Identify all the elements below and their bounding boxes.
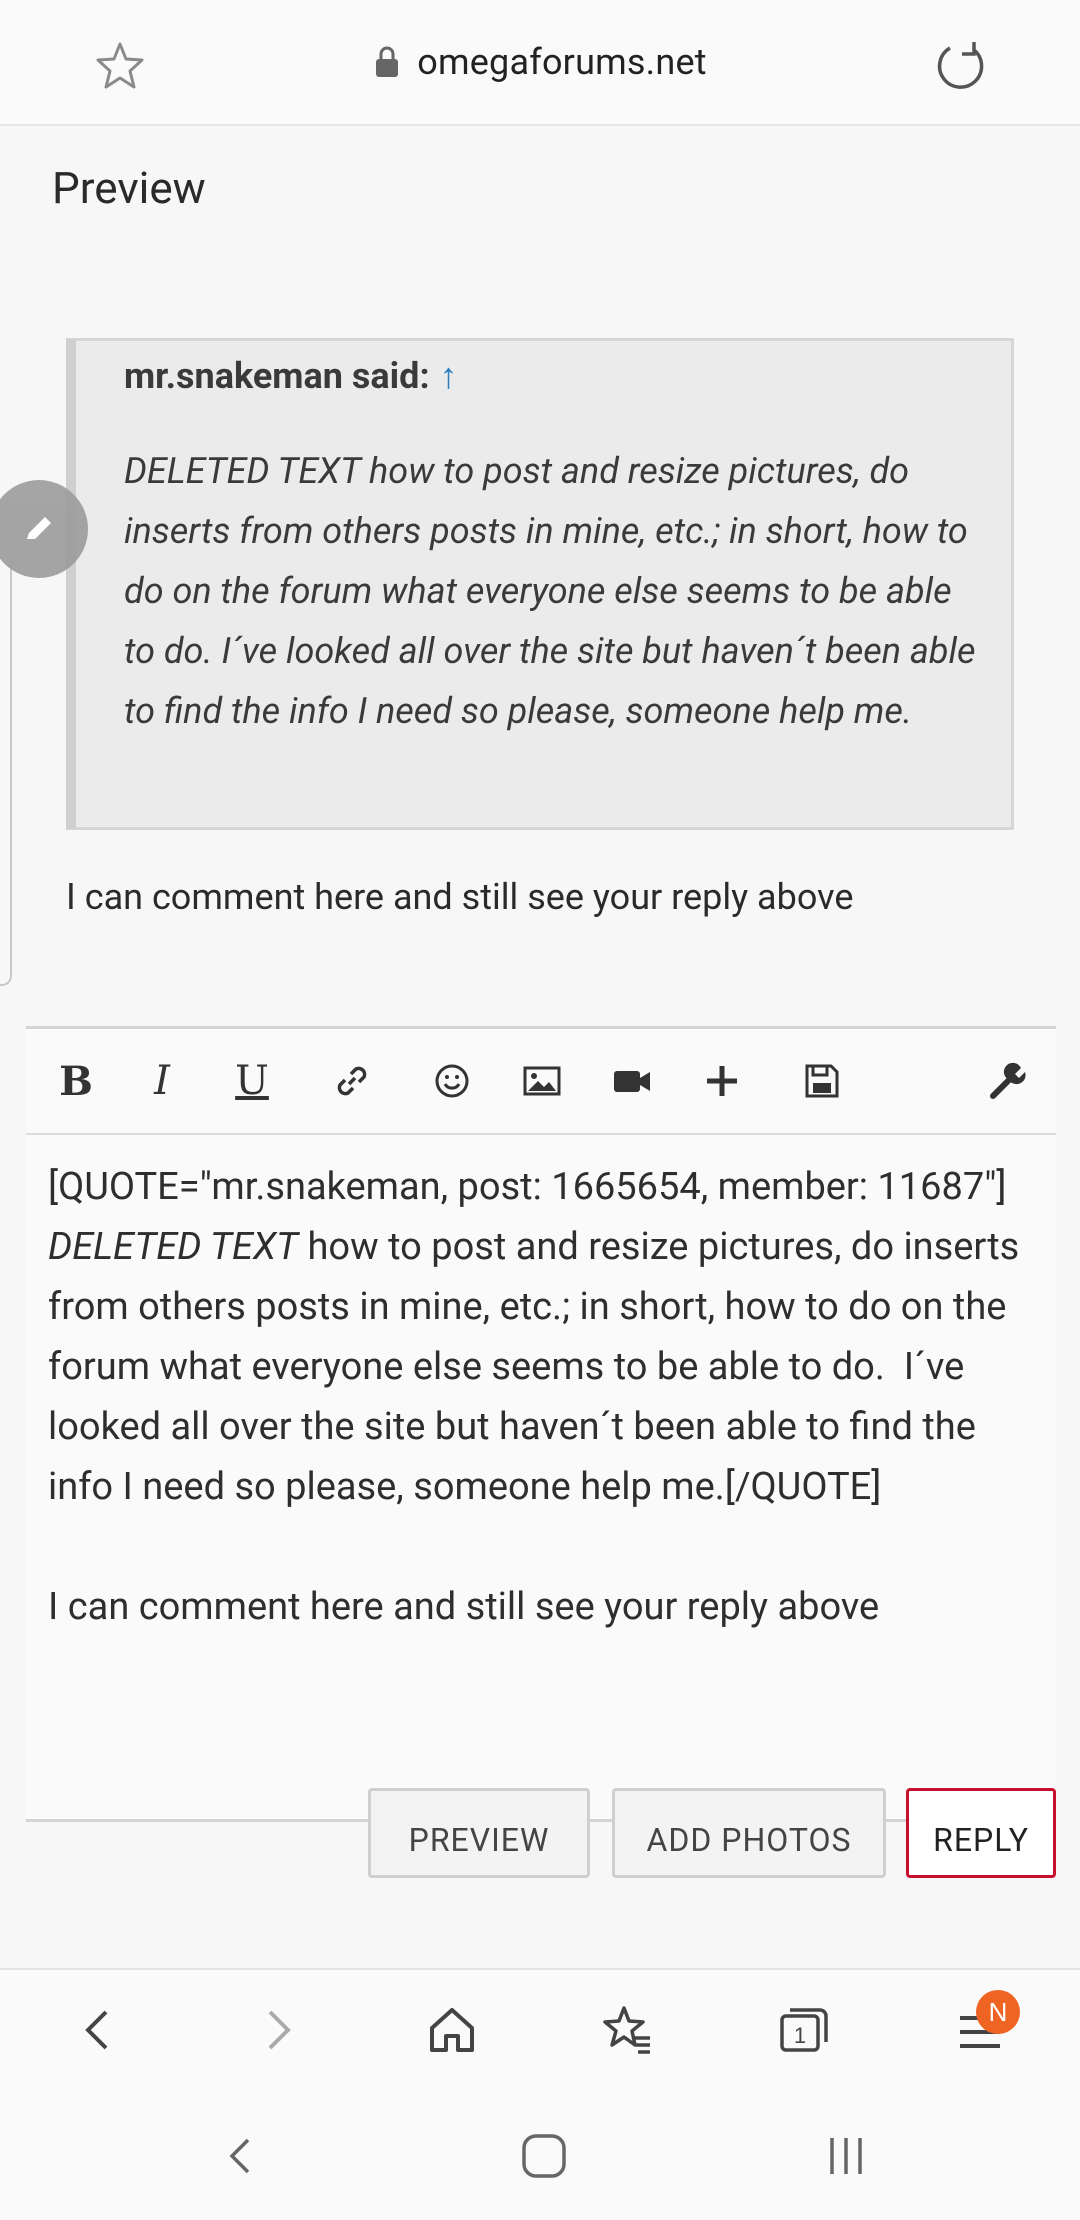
smiley-icon[interactable]	[426, 1055, 478, 1107]
editor-italic-text: DELETED TEXT	[48, 1225, 299, 1269]
editor-content[interactable]: [QUOTE="mr.snakeman, post: 1665654, memb…	[48, 1157, 1038, 1637]
preview-title: Preview	[52, 162, 206, 214]
system-nav-bar	[0, 2088, 1080, 2220]
system-recents-icon[interactable]	[814, 2128, 878, 2184]
quote-text-italic: DELETED TEXT	[124, 450, 361, 492]
bold-button[interactable]: B	[50, 1055, 102, 1107]
url-text: omegaforums.net	[417, 41, 707, 83]
quote-block: mr.snakeman said: ↑ DELETED TEXT how to p…	[66, 338, 1014, 830]
lock-icon	[373, 45, 401, 79]
back-icon[interactable]	[66, 1998, 130, 2062]
svg-text:1: 1	[794, 2023, 806, 2048]
link-icon[interactable]	[326, 1055, 378, 1107]
reply-button[interactable]: REPLY	[906, 1788, 1056, 1878]
underline-button[interactable]: U	[226, 1055, 278, 1107]
address-bar[interactable]: omegaforums.net	[0, 0, 1080, 124]
system-home-icon[interactable]	[512, 2128, 576, 2184]
quote-attribution: mr.snakeman said: ↑	[124, 355, 458, 397]
system-back-icon[interactable]	[210, 2128, 274, 2184]
preview-comment: I can comment here and still see your re…	[66, 876, 854, 918]
video-icon[interactable]	[606, 1055, 658, 1107]
forward-icon[interactable]	[246, 1998, 310, 2062]
browser-bottom-nav: 1 N	[0, 1968, 1080, 2090]
preview-button[interactable]: PREVIEW	[368, 1788, 590, 1878]
image-icon[interactable]	[516, 1055, 568, 1107]
tabs-icon[interactable]: 1	[772, 1998, 836, 2062]
italic-button[interactable]: I	[136, 1055, 188, 1107]
wrench-icon[interactable]	[982, 1055, 1034, 1107]
quote-jump-arrow-icon[interactable]: ↑	[440, 355, 458, 397]
reply-editor[interactable]: B I U [QUOTE="mr.snakeman, post: 1665654…	[26, 1026, 1056, 1822]
add-photos-button[interactable]: ADD PHOTOS	[612, 1788, 886, 1878]
page-content: Preview mr.snakeman said: ↑ DELETED TEXT …	[0, 126, 1080, 1968]
notification-badge: N	[976, 1990, 1020, 2034]
home-icon[interactable]	[420, 1998, 484, 2062]
quote-author: mr.snakeman said:	[124, 355, 430, 397]
save-icon[interactable]	[796, 1055, 848, 1107]
sidebar-edge	[0, 556, 12, 986]
plus-icon[interactable]	[696, 1055, 748, 1107]
reload-icon[interactable]	[930, 36, 990, 96]
editor-comment: I can comment here and still see your re…	[48, 1585, 880, 1629]
editor-toolbar: B I U	[26, 1029, 1056, 1135]
bookmarks-icon[interactable]	[596, 1998, 660, 2062]
editor-quote-prefix: [QUOTE="mr.snakeman, post: 1665654, memb…	[48, 1165, 1045, 1209]
quote-text-body: how to post and resize pictures, do inse…	[124, 450, 976, 732]
quote-text: DELETED TEXT how to post and resize pict…	[124, 441, 984, 741]
browser-top-bar: omegaforums.net	[0, 0, 1080, 126]
